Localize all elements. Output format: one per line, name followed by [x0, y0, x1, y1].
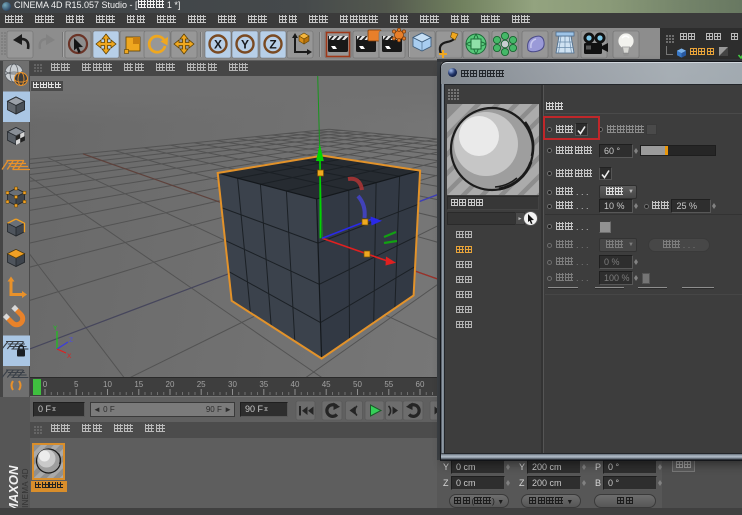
- svg-text:50: 50: [353, 380, 362, 389]
- svg-text:5: 5: [74, 380, 79, 389]
- svg-text:45: 45: [322, 380, 331, 389]
- svg-text:30: 30: [228, 380, 237, 389]
- svg-text:20: 20: [166, 380, 175, 389]
- svg-text:Y: Y: [241, 38, 249, 52]
- svg-text:15: 15: [134, 380, 143, 389]
- svg-text:Z: Z: [269, 38, 276, 52]
- svg-text:X: X: [67, 353, 72, 360]
- svg-text:10: 10: [103, 380, 112, 389]
- svg-text:60: 60: [416, 380, 425, 389]
- svg-text:Z: Z: [69, 337, 73, 344]
- svg-text:0: 0: [43, 380, 48, 389]
- svg-text:X: X: [214, 38, 222, 52]
- svg-text:35: 35: [259, 380, 268, 389]
- svg-text:Y: Y: [53, 325, 58, 332]
- svg-text:55: 55: [384, 380, 393, 389]
- svg-text:25: 25: [197, 380, 206, 389]
- svg-text:40: 40: [291, 380, 300, 389]
